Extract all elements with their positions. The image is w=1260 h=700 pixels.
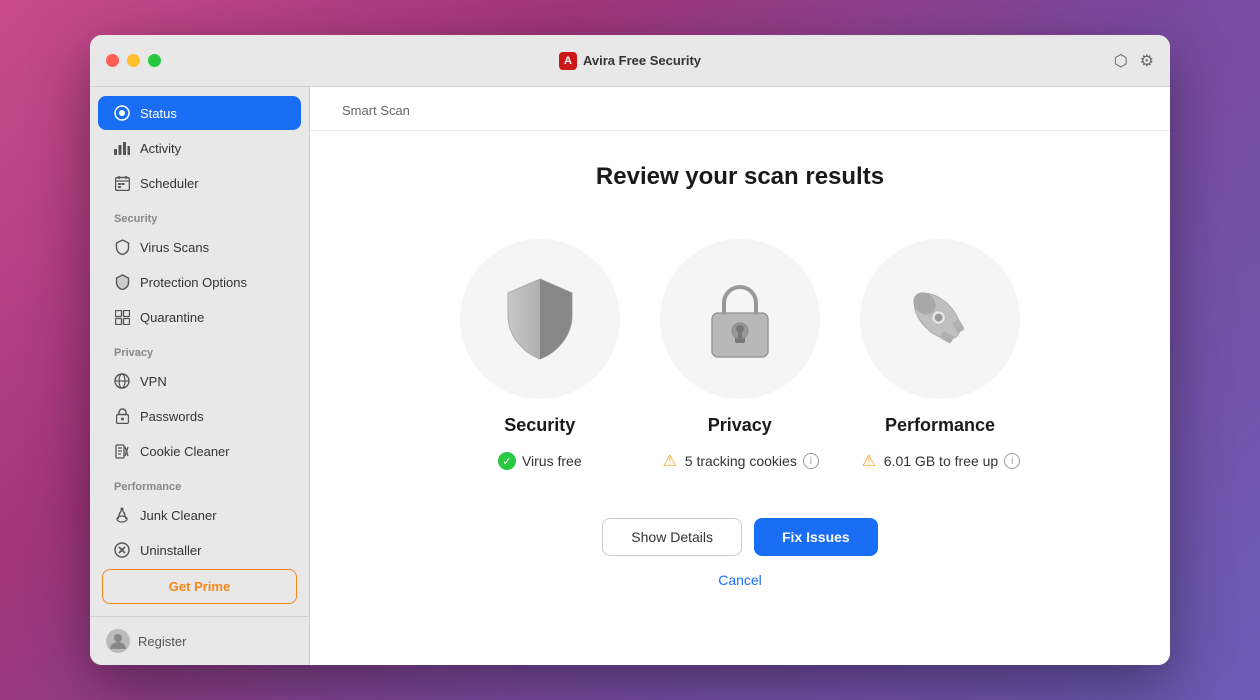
sidebar-label-virus-scans: Virus Scans xyxy=(140,240,209,255)
performance-label: Performance xyxy=(885,415,995,436)
get-prime-button[interactable]: Get Prime xyxy=(102,569,297,604)
minimize-button[interactable] xyxy=(127,54,140,67)
main-header: Smart Scan xyxy=(310,87,1170,131)
scan-results: Security ✓ Virus free xyxy=(460,239,1020,470)
sidebar-label-protection-options: Protection Options xyxy=(140,275,247,290)
sidebar-label-scheduler: Scheduler xyxy=(140,176,199,191)
main-body: Review your scan results xyxy=(310,131,1170,665)
settings-icon[interactable]: ⚙ xyxy=(1140,51,1154,71)
virus-scans-icon xyxy=(114,239,130,255)
scan-title: Review your scan results xyxy=(596,163,884,191)
maximize-button[interactable] xyxy=(148,54,161,67)
sidebar-item-cookie-cleaner[interactable]: Cookie Cleaner xyxy=(98,434,301,468)
sidebar-section-security: Security xyxy=(90,201,309,229)
status-icon xyxy=(114,105,130,121)
security-status-text: Virus free xyxy=(522,453,582,469)
sidebar-item-passwords[interactable]: Passwords xyxy=(98,399,301,433)
privacy-status: ⚠ 5 tracking cookies i xyxy=(661,452,819,470)
titlebar: A Avira Free Security ⬡ ⚙ xyxy=(90,35,1170,87)
sidebar: Status Activity xyxy=(90,87,310,665)
warning-icon-privacy: ⚠ xyxy=(661,452,679,470)
sidebar-label-cookie-cleaner: Cookie Cleaner xyxy=(140,444,230,459)
sidebar-item-uninstaller[interactable]: Uninstaller xyxy=(98,533,301,561)
security-label: Security xyxy=(504,415,575,436)
security-shield-icon xyxy=(500,275,580,363)
privacy-circle xyxy=(660,239,820,399)
vpn-icon xyxy=(114,373,130,389)
app-title: Avira Free Security xyxy=(583,53,701,68)
junk-cleaner-icon xyxy=(114,507,130,523)
protection-options-icon xyxy=(114,274,130,290)
sidebar-item-status[interactable]: Status xyxy=(98,96,301,130)
content-area: Status Activity xyxy=(90,87,1170,665)
privacy-status-text: 5 tracking cookies xyxy=(685,453,797,469)
passwords-icon xyxy=(114,408,130,424)
sidebar-section-performance: Performance xyxy=(90,469,309,497)
result-card-security: Security ✓ Virus free xyxy=(460,239,620,470)
cancel-link[interactable]: Cancel xyxy=(718,572,762,588)
security-status: ✓ Virus free xyxy=(498,452,582,470)
sidebar-item-virus-scans[interactable]: Virus Scans xyxy=(98,230,301,264)
performance-info-icon[interactable]: i xyxy=(1004,453,1020,469)
titlebar-center: A Avira Free Security xyxy=(559,52,701,70)
sidebar-label-status: Status xyxy=(140,106,177,121)
sidebar-item-vpn[interactable]: VPN xyxy=(98,364,301,398)
sidebar-label-vpn: VPN xyxy=(140,374,167,389)
result-card-performance: Performance ⚠ 6.01 GB to free up i xyxy=(860,239,1020,470)
main-content: Smart Scan Review your scan results xyxy=(310,87,1170,665)
sidebar-item-junk-cleaner[interactable]: Junk Cleaner xyxy=(98,498,301,532)
sidebar-item-quarantine[interactable]: Quarantine xyxy=(98,300,301,334)
titlebar-actions: ⬡ ⚙ xyxy=(1114,51,1154,71)
sidebar-section-privacy: Privacy xyxy=(90,335,309,363)
action-buttons: Show Details Fix Issues xyxy=(602,518,877,556)
quarantine-icon xyxy=(114,309,130,325)
sidebar-nav: Status Activity xyxy=(90,87,309,561)
breadcrumb: Smart Scan xyxy=(342,103,1138,130)
sidebar-label-quarantine: Quarantine xyxy=(140,310,204,325)
sidebar-item-scheduler[interactable]: Scheduler xyxy=(98,166,301,200)
share-icon[interactable]: ⬡ xyxy=(1114,51,1128,71)
performance-rocket-icon xyxy=(900,279,980,359)
sidebar-label-passwords: Passwords xyxy=(140,409,204,424)
register-avatar xyxy=(106,629,130,653)
fix-issues-button[interactable]: Fix Issues xyxy=(754,518,878,556)
privacy-lock-icon xyxy=(704,275,776,363)
scheduler-icon xyxy=(114,175,130,191)
sidebar-item-activity[interactable]: Activity xyxy=(98,131,301,165)
traffic-lights xyxy=(106,54,161,67)
cookie-cleaner-icon xyxy=(114,443,130,459)
sidebar-item-protection-options[interactable]: Protection Options xyxy=(98,265,301,299)
close-button[interactable] xyxy=(106,54,119,67)
show-details-button[interactable]: Show Details xyxy=(602,518,742,556)
privacy-info-icon[interactable]: i xyxy=(803,453,819,469)
sidebar-label-activity: Activity xyxy=(140,141,181,156)
performance-circle xyxy=(860,239,1020,399)
sidebar-label-uninstaller: Uninstaller xyxy=(140,543,201,558)
success-icon: ✓ xyxy=(498,452,516,470)
uninstaller-icon xyxy=(114,542,130,558)
result-card-privacy: Privacy ⚠ 5 tracking cookies i xyxy=(660,239,820,470)
app-window: A Avira Free Security ⬡ ⚙ St xyxy=(90,35,1170,665)
avira-logo: A xyxy=(559,52,577,70)
privacy-label: Privacy xyxy=(708,415,772,436)
security-circle xyxy=(460,239,620,399)
register-footer[interactable]: Register xyxy=(90,616,309,665)
warning-icon-performance: ⚠ xyxy=(860,452,878,470)
sidebar-label-junk-cleaner: Junk Cleaner xyxy=(140,508,217,523)
activity-icon xyxy=(114,140,130,156)
performance-status: ⚠ 6.01 GB to free up i xyxy=(860,452,1020,470)
register-label: Register xyxy=(138,634,186,649)
performance-status-text: 6.01 GB to free up xyxy=(884,453,998,469)
